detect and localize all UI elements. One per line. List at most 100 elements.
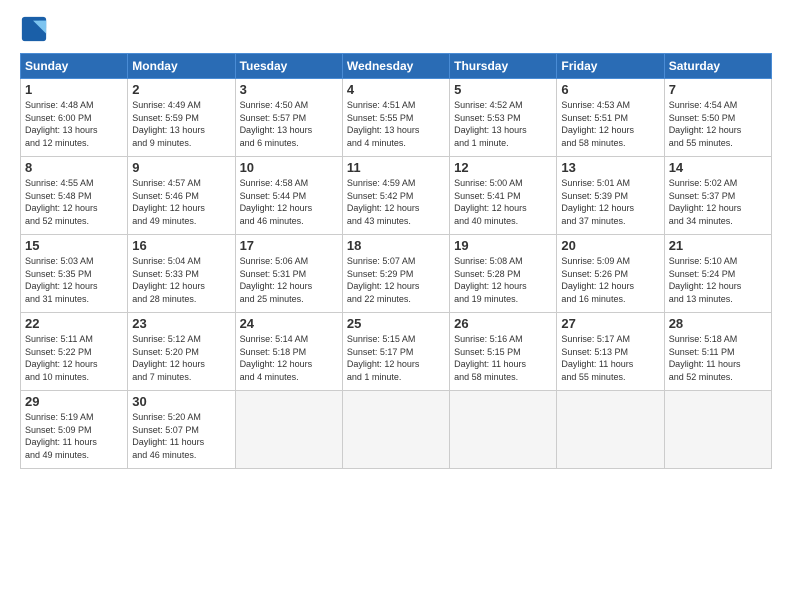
day-number: 21 [669, 238, 767, 253]
day-number: 5 [454, 82, 552, 97]
calendar-body: 1 Sunrise: 4:48 AMSunset: 6:00 PMDaylight… [21, 79, 772, 469]
cell-info: Sunrise: 4:57 AMSunset: 5:46 PMDaylight:… [132, 177, 230, 227]
col-header-tuesday: Tuesday [235, 54, 342, 79]
calendar-cell: 10 Sunrise: 4:58 AMSunset: 5:44 PMDayligh… [235, 157, 342, 235]
day-number: 25 [347, 316, 445, 331]
header [20, 15, 772, 43]
cell-info: Sunrise: 4:58 AMSunset: 5:44 PMDaylight:… [240, 177, 338, 227]
calendar-cell: 2 Sunrise: 4:49 AMSunset: 5:59 PMDaylight… [128, 79, 235, 157]
day-number: 11 [347, 160, 445, 175]
logo-icon [20, 15, 48, 43]
cell-info: Sunrise: 5:08 AMSunset: 5:28 PMDaylight:… [454, 255, 552, 305]
cell-info: Sunrise: 5:18 AMSunset: 5:11 PMDaylight:… [669, 333, 767, 383]
cell-info: Sunrise: 5:16 AMSunset: 5:15 PMDaylight:… [454, 333, 552, 383]
calendar-cell: 29 Sunrise: 5:19 AMSunset: 5:09 PMDayligh… [21, 391, 128, 469]
calendar-cell: 24 Sunrise: 5:14 AMSunset: 5:18 PMDayligh… [235, 313, 342, 391]
day-number: 30 [132, 394, 230, 409]
calendar-table: SundayMondayTuesdayWednesdayThursdayFrid… [20, 53, 772, 469]
calendar-cell [557, 391, 664, 469]
calendar-cell [664, 391, 771, 469]
day-number: 16 [132, 238, 230, 253]
col-header-wednesday: Wednesday [342, 54, 449, 79]
calendar-cell: 28 Sunrise: 5:18 AMSunset: 5:11 PMDayligh… [664, 313, 771, 391]
calendar-cell: 30Sunrise: 5:20 AMSunset: 5:07 PMDayligh… [128, 391, 235, 469]
calendar-cell: 9 Sunrise: 4:57 AMSunset: 5:46 PMDaylight… [128, 157, 235, 235]
calendar-cell: 20 Sunrise: 5:09 AMSunset: 5:26 PMDayligh… [557, 235, 664, 313]
day-number: 18 [347, 238, 445, 253]
calendar-cell: 1 Sunrise: 4:48 AMSunset: 6:00 PMDaylight… [21, 79, 128, 157]
col-header-thursday: Thursday [450, 54, 557, 79]
calendar-cell: 15 Sunrise: 5:03 AMSunset: 5:35 PMDayligh… [21, 235, 128, 313]
cell-info: Sunrise: 4:50 AMSunset: 5:57 PMDaylight:… [240, 99, 338, 149]
cell-info: Sunrise: 5:10 AMSunset: 5:24 PMDaylight:… [669, 255, 767, 305]
cell-info: Sunrise: 5:06 AMSunset: 5:31 PMDaylight:… [240, 255, 338, 305]
cell-info: Sunrise: 4:54 AMSunset: 5:50 PMDaylight:… [669, 99, 767, 149]
week-row-4: 22Sunrise: 5:11 AMSunset: 5:22 PMDayligh… [21, 313, 772, 391]
calendar-header-row: SundayMondayTuesdayWednesdayThursdayFrid… [21, 54, 772, 79]
day-number: 6 [561, 82, 659, 97]
cell-info: Sunrise: 4:53 AMSunset: 5:51 PMDaylight:… [561, 99, 659, 149]
calendar-cell: 18 Sunrise: 5:07 AMSunset: 5:29 PMDayligh… [342, 235, 449, 313]
calendar-cell: 23 Sunrise: 5:12 AMSunset: 5:20 PMDayligh… [128, 313, 235, 391]
week-row-2: 8 Sunrise: 4:55 AMSunset: 5:48 PMDaylight… [21, 157, 772, 235]
day-number: 19 [454, 238, 552, 253]
day-number: 26 [454, 316, 552, 331]
cell-info: Sunrise: 5:09 AMSunset: 5:26 PMDaylight:… [561, 255, 659, 305]
day-number: 2 [132, 82, 230, 97]
page: SundayMondayTuesdayWednesdayThursdayFrid… [0, 0, 792, 612]
day-number: 24 [240, 316, 338, 331]
cell-info: Sunrise: 4:49 AMSunset: 5:59 PMDaylight:… [132, 99, 230, 149]
day-number: 10 [240, 160, 338, 175]
day-number: 23 [132, 316, 230, 331]
col-header-sunday: Sunday [21, 54, 128, 79]
calendar-cell: 14Sunrise: 5:02 AMSunset: 5:37 PMDayligh… [664, 157, 771, 235]
cell-info: Sunrise: 5:17 AMSunset: 5:13 PMDaylight:… [561, 333, 659, 383]
day-number: 13 [561, 160, 659, 175]
week-row-1: 1 Sunrise: 4:48 AMSunset: 6:00 PMDaylight… [21, 79, 772, 157]
calendar-cell [235, 391, 342, 469]
calendar-cell: 13 Sunrise: 5:01 AMSunset: 5:39 PMDayligh… [557, 157, 664, 235]
cell-info: Sunrise: 4:52 AMSunset: 5:53 PMDaylight:… [454, 99, 552, 149]
day-number: 29 [25, 394, 123, 409]
calendar-cell: 8 Sunrise: 4:55 AMSunset: 5:48 PMDaylight… [21, 157, 128, 235]
day-number: 20 [561, 238, 659, 253]
cell-info: Sunrise: 5:11 AMSunset: 5:22 PMDaylight:… [25, 333, 123, 383]
calendar-cell: 3Sunrise: 4:50 AMSunset: 5:57 PMDaylight… [235, 79, 342, 157]
cell-info: Sunrise: 5:00 AMSunset: 5:41 PMDaylight:… [454, 177, 552, 227]
day-number: 28 [669, 316, 767, 331]
day-number: 1 [25, 82, 123, 97]
day-number: 7 [669, 82, 767, 97]
col-header-saturday: Saturday [664, 54, 771, 79]
cell-info: Sunrise: 4:59 AMSunset: 5:42 PMDaylight:… [347, 177, 445, 227]
cell-info: Sunrise: 5:03 AMSunset: 5:35 PMDaylight:… [25, 255, 123, 305]
calendar-cell: 16 Sunrise: 5:04 AMSunset: 5:33 PMDayligh… [128, 235, 235, 313]
calendar-cell: 17Sunrise: 5:06 AMSunset: 5:31 PMDayligh… [235, 235, 342, 313]
calendar-cell: 22Sunrise: 5:11 AMSunset: 5:22 PMDayligh… [21, 313, 128, 391]
cell-info: Sunrise: 5:19 AMSunset: 5:09 PMDaylight:… [25, 411, 123, 461]
week-row-3: 15 Sunrise: 5:03 AMSunset: 5:35 PMDayligh… [21, 235, 772, 313]
calendar-cell: 4Sunrise: 4:51 AMSunset: 5:55 PMDaylight… [342, 79, 449, 157]
day-number: 8 [25, 160, 123, 175]
day-number: 9 [132, 160, 230, 175]
day-number: 12 [454, 160, 552, 175]
cell-info: Sunrise: 4:48 AMSunset: 6:00 PMDaylight:… [25, 99, 123, 149]
cell-info: Sunrise: 5:07 AMSunset: 5:29 PMDaylight:… [347, 255, 445, 305]
cell-info: Sunrise: 5:04 AMSunset: 5:33 PMDaylight:… [132, 255, 230, 305]
cell-info: Sunrise: 5:12 AMSunset: 5:20 PMDaylight:… [132, 333, 230, 383]
day-number: 15 [25, 238, 123, 253]
cell-info: Sunrise: 5:15 AMSunset: 5:17 PMDaylight:… [347, 333, 445, 383]
cell-info: Sunrise: 5:14 AMSunset: 5:18 PMDaylight:… [240, 333, 338, 383]
calendar-cell: 27 Sunrise: 5:17 AMSunset: 5:13 PMDayligh… [557, 313, 664, 391]
cell-info: Sunrise: 4:55 AMSunset: 5:48 PMDaylight:… [25, 177, 123, 227]
cell-info: Sunrise: 5:02 AMSunset: 5:37 PMDaylight:… [669, 177, 767, 227]
calendar-cell: 25 Sunrise: 5:15 AMSunset: 5:17 PMDayligh… [342, 313, 449, 391]
calendar-cell [450, 391, 557, 469]
day-number: 27 [561, 316, 659, 331]
calendar-cell [342, 391, 449, 469]
col-header-monday: Monday [128, 54, 235, 79]
calendar-cell: 26 Sunrise: 5:16 AMSunset: 5:15 PMDayligh… [450, 313, 557, 391]
cell-info: Sunrise: 4:51 AMSunset: 5:55 PMDaylight:… [347, 99, 445, 149]
cell-info: Sunrise: 5:01 AMSunset: 5:39 PMDaylight:… [561, 177, 659, 227]
calendar-cell: 19 Sunrise: 5:08 AMSunset: 5:28 PMDayligh… [450, 235, 557, 313]
logo [20, 15, 52, 43]
